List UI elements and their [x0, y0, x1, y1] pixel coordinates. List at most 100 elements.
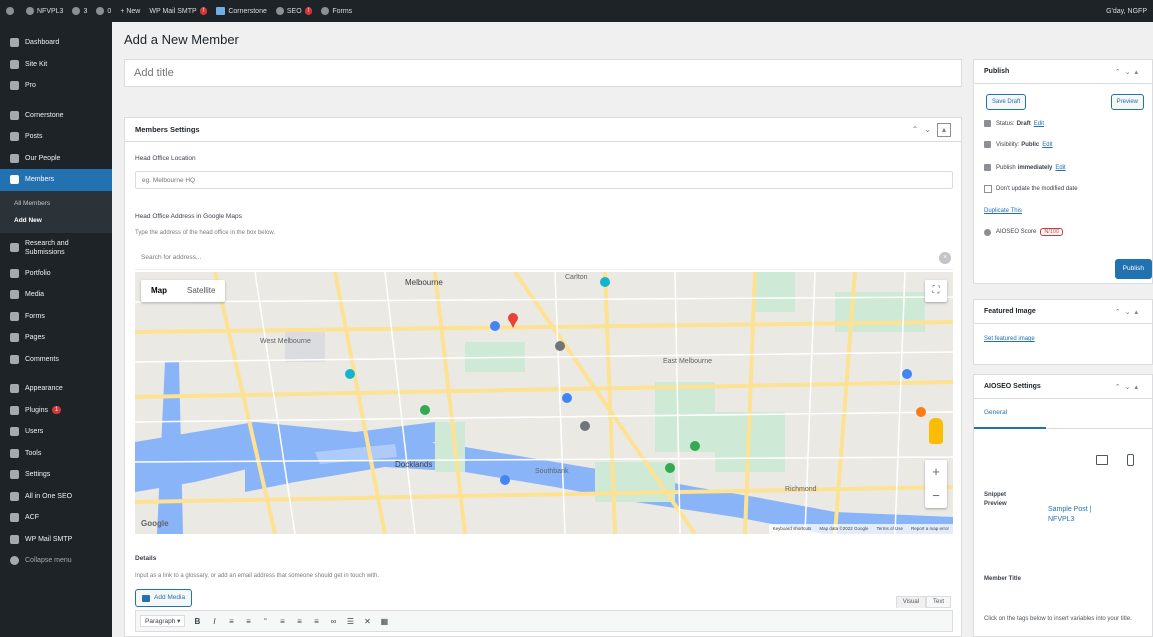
- bullet-list-icon[interactable]: ≡: [226, 617, 236, 626]
- tab-text[interactable]: Text: [925, 596, 951, 608]
- seo-icon: [275, 7, 284, 15]
- forms-link[interactable]: Forms: [321, 7, 352, 15]
- my-account-link[interactable]: G'day, NGFP: [1106, 8, 1147, 15]
- cornerstone-link[interactable]: Cornerstone: [216, 7, 267, 15]
- map-view-tab[interactable]: Map: [141, 280, 177, 302]
- align-center-icon[interactable]: ≡: [294, 617, 304, 626]
- post-title-input[interactable]: [124, 59, 962, 87]
- menu-pages[interactable]: Pages: [0, 327, 112, 349]
- street-view-pegman-icon[interactable]: [929, 418, 943, 444]
- google-map[interactable]: Map Satellite ⛶ + − Melbourne West Melbo…: [135, 272, 953, 534]
- submenu-all-members[interactable]: All Members: [0, 195, 112, 212]
- menu-pro[interactable]: Pro: [0, 75, 112, 97]
- publish-header: Publish ⌃⌄▴: [974, 60, 1152, 84]
- pages-icon: [10, 333, 19, 343]
- updates-link[interactable]: 3: [72, 7, 87, 15]
- satellite-view-tab[interactable]: Satellite: [177, 280, 225, 302]
- toggle-panel-icon[interactable]: ▴: [937, 122, 951, 137]
- fullscreen-editor-icon[interactable]: ✕: [362, 617, 372, 626]
- align-right-icon[interactable]: ≡: [311, 617, 321, 626]
- map-label-docklands: Docklands: [395, 460, 433, 469]
- report-error-link[interactable]: Report a map error: [911, 524, 949, 534]
- menu-wp-mail-smtp[interactable]: WP Mail SMTP: [0, 529, 112, 551]
- menu-members[interactable]: Members: [0, 169, 112, 191]
- admin-bar: NFVPL3 3 0 + New WP Mail SMTP! Cornersto…: [0, 0, 1153, 22]
- save-draft-button[interactable]: Save Draft: [986, 94, 1027, 110]
- zoom-out-button[interactable]: −: [925, 484, 947, 508]
- submenu-add-new[interactable]: Add New: [0, 212, 112, 229]
- menu-acf[interactable]: ACF: [0, 507, 112, 529]
- align-left-icon[interactable]: ≡: [277, 617, 287, 626]
- add-media-button[interactable]: Add Media: [135, 589, 193, 607]
- address-search-input[interactable]: Search for address... ×: [135, 248, 953, 270]
- move-up-icon[interactable]: ⌃: [912, 125, 919, 134]
- italic-icon[interactable]: I: [209, 617, 219, 626]
- menu-appearance[interactable]: Appearance: [0, 378, 112, 400]
- dont-update-row[interactable]: Don't update the modified date: [984, 185, 1078, 193]
- menu-site-kit[interactable]: Site Kit: [0, 54, 112, 76]
- edit-date-link[interactable]: Edit: [1055, 165, 1065, 171]
- edit-status-link[interactable]: Edit: [1034, 121, 1044, 127]
- keyboard-shortcuts-link[interactable]: Keyboard shortcuts: [773, 524, 812, 534]
- menu-comments[interactable]: Comments: [0, 349, 112, 371]
- zoom-in-button[interactable]: +: [925, 460, 947, 484]
- eye-icon: [984, 141, 991, 148]
- mobile-preview-icon[interactable]: [1127, 454, 1134, 466]
- menu-all-in-one-seo[interactable]: All in One SEO: [0, 486, 112, 508]
- menu-dashboard[interactable]: Dashboard: [0, 32, 112, 54]
- users-icon: [10, 427, 19, 437]
- featured-image-controls[interactable]: ⌃⌄▴: [1115, 308, 1142, 316]
- brush-icon: [10, 384, 19, 394]
- menu-research-submissions[interactable]: Research and Submissions: [0, 233, 112, 263]
- snippet-preview-title[interactable]: Sample Post | NFVPL3: [1048, 505, 1118, 525]
- pin-icon: [10, 243, 19, 252]
- menu-portfolio[interactable]: Portfolio: [0, 263, 112, 285]
- comments-link[interactable]: 0: [96, 7, 111, 15]
- toolbar-toggle-icon[interactable]: ▦: [379, 617, 389, 626]
- move-down-icon[interactable]: ⌄: [924, 125, 931, 134]
- blockquote-icon[interactable]: “: [260, 617, 270, 626]
- featured-image-header: Featured Image ⌃⌄▴: [974, 300, 1152, 324]
- map-label-west-melbourne: West Melbourne: [260, 338, 311, 345]
- set-featured-image-link[interactable]: Set featured image: [984, 336, 1035, 342]
- new-content-link[interactable]: + New: [120, 8, 140, 15]
- map-label-southbank: Southbank: [535, 468, 569, 475]
- format-select[interactable]: Paragraph ▾: [140, 615, 186, 627]
- read-more-icon[interactable]: ☰: [345, 617, 355, 626]
- seo-link[interactable]: SEO!: [275, 7, 313, 15]
- menu-collapse[interactable]: Collapse menu: [0, 550, 112, 572]
- site-name-link[interactable]: NFVPL3: [26, 7, 63, 15]
- duplicate-link[interactable]: Duplicate This: [984, 208, 1022, 214]
- tab-visual[interactable]: Visual: [895, 596, 926, 608]
- publish-box-controls[interactable]: ⌃⌄▴: [1115, 68, 1142, 76]
- menu-posts[interactable]: Posts: [0, 126, 112, 148]
- duplicate-row: Duplicate This: [984, 208, 1022, 214]
- numbered-list-icon[interactable]: ≡: [243, 617, 253, 626]
- terms-link[interactable]: Terms of Use: [876, 524, 903, 534]
- aioseo-box-controls[interactable]: ⌃⌄▴: [1115, 383, 1142, 391]
- menu-settings[interactable]: Settings: [0, 464, 112, 486]
- dont-update-checkbox[interactable]: [984, 185, 992, 193]
- publish-button[interactable]: Publish: [1114, 259, 1152, 279]
- site-kit-icon: [10, 59, 19, 69]
- link-icon[interactable]: ∞: [328, 617, 338, 626]
- clear-search-icon[interactable]: ×: [939, 252, 951, 264]
- desktop-preview-icon[interactable]: [1096, 455, 1108, 465]
- head-office-input[interactable]: [135, 171, 953, 189]
- menu-plugins[interactable]: Plugins 1: [0, 400, 112, 422]
- aioseo-icon: [984, 228, 991, 236]
- menu-media[interactable]: Media: [0, 284, 112, 306]
- bold-icon[interactable]: B: [192, 617, 202, 626]
- menu-forms[interactable]: Forms: [0, 306, 112, 328]
- menu-users[interactable]: Users: [0, 421, 112, 443]
- tab-general[interactable]: General: [974, 399, 1153, 429]
- wordpress-logo-icon[interactable]: [6, 7, 17, 15]
- wp-mail-smtp-link[interactable]: WP Mail SMTP!: [149, 7, 208, 15]
- forms-icon: [10, 311, 19, 321]
- preview-button[interactable]: Preview: [1110, 94, 1144, 110]
- menu-our-people[interactable]: Our People: [0, 148, 112, 170]
- fullscreen-icon[interactable]: ⛶: [925, 280, 947, 302]
- edit-visibility-link[interactable]: Edit: [1042, 142, 1052, 148]
- menu-tools[interactable]: Tools: [0, 443, 112, 465]
- menu-cornerstone[interactable]: Cornerstone: [0, 105, 112, 127]
